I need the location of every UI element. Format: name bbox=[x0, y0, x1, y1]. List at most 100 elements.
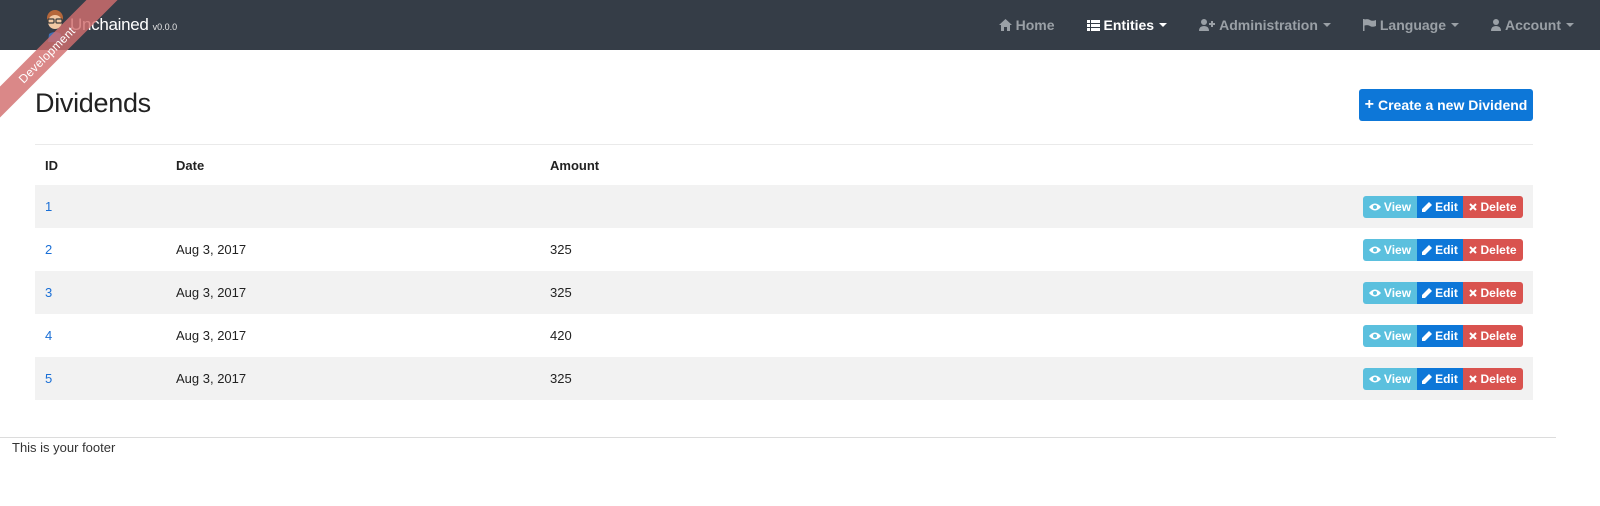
main-nav: Home Entities Administration Language Ac… bbox=[967, 0, 1574, 50]
close-icon bbox=[1469, 246, 1478, 254]
close-icon bbox=[1469, 289, 1478, 297]
flag-icon bbox=[1362, 19, 1376, 31]
edit-button[interactable]: Edit bbox=[1417, 282, 1463, 304]
edit-label: Edit bbox=[1435, 329, 1458, 343]
row-id-link[interactable]: 4 bbox=[45, 328, 52, 343]
table-row: 3 Aug 3, 2017 325 View Edit Delete bbox=[35, 271, 1533, 314]
eye-icon bbox=[1368, 375, 1381, 383]
nav-entities-label: Entities bbox=[1103, 17, 1155, 33]
row-date: Aug 3, 2017 bbox=[176, 371, 247, 386]
delete-button[interactable]: Delete bbox=[1463, 368, 1523, 390]
view-button[interactable]: View bbox=[1363, 239, 1417, 261]
close-icon bbox=[1469, 332, 1478, 340]
row-id-link[interactable]: 5 bbox=[45, 371, 52, 386]
close-icon bbox=[1469, 203, 1478, 211]
navbar: Unchained v0.0.0 Home Entities Administr… bbox=[0, 0, 1600, 50]
view-label: View bbox=[1383, 286, 1412, 300]
pencil-icon bbox=[1422, 374, 1433, 384]
nav-home-label: Home bbox=[1015, 17, 1055, 33]
view-button[interactable]: View bbox=[1363, 325, 1417, 347]
brand-version: v0.0.0 bbox=[152, 22, 178, 32]
row-actions: View Edit Delete bbox=[1363, 282, 1523, 304]
chevron-down-icon bbox=[1159, 23, 1168, 27]
edit-label: Edit bbox=[1435, 286, 1458, 300]
create-dividend-button[interactable]: + Create a new Dividend bbox=[1359, 89, 1533, 121]
chevron-down-icon bbox=[1451, 23, 1459, 27]
nav-administration-label: Administration bbox=[1219, 17, 1318, 33]
delete-label: Delete bbox=[1480, 200, 1517, 214]
delete-button[interactable]: Delete bbox=[1463, 239, 1523, 261]
view-button[interactable]: View bbox=[1363, 282, 1417, 304]
chevron-down-icon bbox=[1566, 23, 1574, 27]
edit-label: Edit bbox=[1435, 243, 1458, 257]
nav-administration[interactable]: Administration bbox=[1199, 17, 1331, 33]
row-amount: 325 bbox=[550, 242, 572, 257]
column-header-date[interactable]: Date bbox=[176, 158, 204, 173]
nav-account[interactable]: Account bbox=[1491, 17, 1574, 33]
eye-icon bbox=[1368, 289, 1381, 297]
edit-label: Edit bbox=[1435, 200, 1458, 214]
column-header-amount[interactable]: Amount bbox=[550, 158, 599, 173]
delete-button[interactable]: Delete bbox=[1463, 325, 1523, 347]
table-row: 1 View Edit Delete bbox=[35, 185, 1533, 228]
row-actions: View Edit Delete bbox=[1363, 196, 1523, 218]
row-id-link[interactable]: 2 bbox=[45, 242, 52, 257]
eye-icon bbox=[1368, 203, 1381, 211]
eye-icon bbox=[1368, 332, 1381, 340]
footer-text: This is your footer bbox=[12, 440, 116, 455]
nav-entities[interactable]: Entities bbox=[1086, 17, 1168, 33]
row-actions: View Edit Delete bbox=[1363, 239, 1523, 261]
row-actions: View Edit Delete bbox=[1363, 368, 1523, 390]
table-header-row: ID Date Amount bbox=[35, 145, 1533, 185]
row-id-link[interactable]: 1 bbox=[45, 199, 52, 214]
row-amount: 420 bbox=[550, 328, 572, 343]
table-row: 2 Aug 3, 2017 325 View Edit Delete bbox=[35, 228, 1533, 271]
row-date: Aug 3, 2017 bbox=[176, 242, 247, 257]
pencil-icon bbox=[1422, 245, 1433, 255]
chevron-down-icon bbox=[1322, 23, 1331, 27]
nav-account-label: Account bbox=[1505, 17, 1561, 33]
close-icon bbox=[1469, 375, 1478, 383]
view-button[interactable]: View bbox=[1363, 368, 1417, 390]
eye-icon bbox=[1368, 246, 1381, 254]
plus-icon: + bbox=[1364, 96, 1374, 113]
brand[interactable]: Unchained v0.0.0 bbox=[42, 6, 177, 44]
pencil-icon bbox=[1422, 202, 1433, 212]
view-button[interactable]: View bbox=[1363, 196, 1417, 218]
user-icon bbox=[1491, 19, 1501, 31]
create-dividend-label: Create a new Dividend bbox=[1377, 97, 1528, 113]
dividends-table: ID Date Amount 1 View Edit Delete 2 Aug … bbox=[35, 144, 1533, 400]
nav-home[interactable]: Home bbox=[998, 17, 1055, 33]
pencil-icon bbox=[1422, 331, 1433, 341]
home-icon bbox=[998, 19, 1012, 31]
page-title: Dividends bbox=[35, 88, 151, 118]
nav-language[interactable]: Language bbox=[1362, 17, 1459, 33]
view-label: View bbox=[1383, 329, 1412, 343]
delete-label: Delete bbox=[1480, 329, 1517, 343]
edit-label: Edit bbox=[1435, 372, 1458, 386]
user-plus-icon bbox=[1199, 19, 1216, 31]
column-header-id[interactable]: ID bbox=[45, 158, 58, 173]
delete-button[interactable]: Delete bbox=[1463, 196, 1523, 218]
nav-language-label: Language bbox=[1379, 17, 1446, 33]
row-date: Aug 3, 2017 bbox=[176, 328, 247, 343]
delete-label: Delete bbox=[1480, 286, 1517, 300]
row-id-link[interactable]: 3 bbox=[45, 285, 52, 300]
row-actions: View Edit Delete bbox=[1363, 325, 1523, 347]
edit-button[interactable]: Edit bbox=[1417, 239, 1463, 261]
row-amount: 325 bbox=[550, 371, 572, 386]
delete-label: Delete bbox=[1480, 372, 1517, 386]
edit-button[interactable]: Edit bbox=[1417, 325, 1463, 347]
view-label: View bbox=[1383, 372, 1412, 386]
view-label: View bbox=[1383, 243, 1412, 257]
pencil-icon bbox=[1422, 288, 1433, 298]
row-date: Aug 3, 2017 bbox=[176, 285, 247, 300]
row-amount: 325 bbox=[550, 285, 572, 300]
view-label: View bbox=[1383, 200, 1412, 214]
delete-button[interactable]: Delete bbox=[1463, 282, 1523, 304]
edit-button[interactable]: Edit bbox=[1417, 368, 1463, 390]
table-row: 4 Aug 3, 2017 420 View Edit Delete bbox=[35, 314, 1533, 357]
footer-divider bbox=[0, 437, 1556, 438]
brand-name: Unchained bbox=[70, 15, 149, 34]
edit-button[interactable]: Edit bbox=[1417, 196, 1463, 218]
